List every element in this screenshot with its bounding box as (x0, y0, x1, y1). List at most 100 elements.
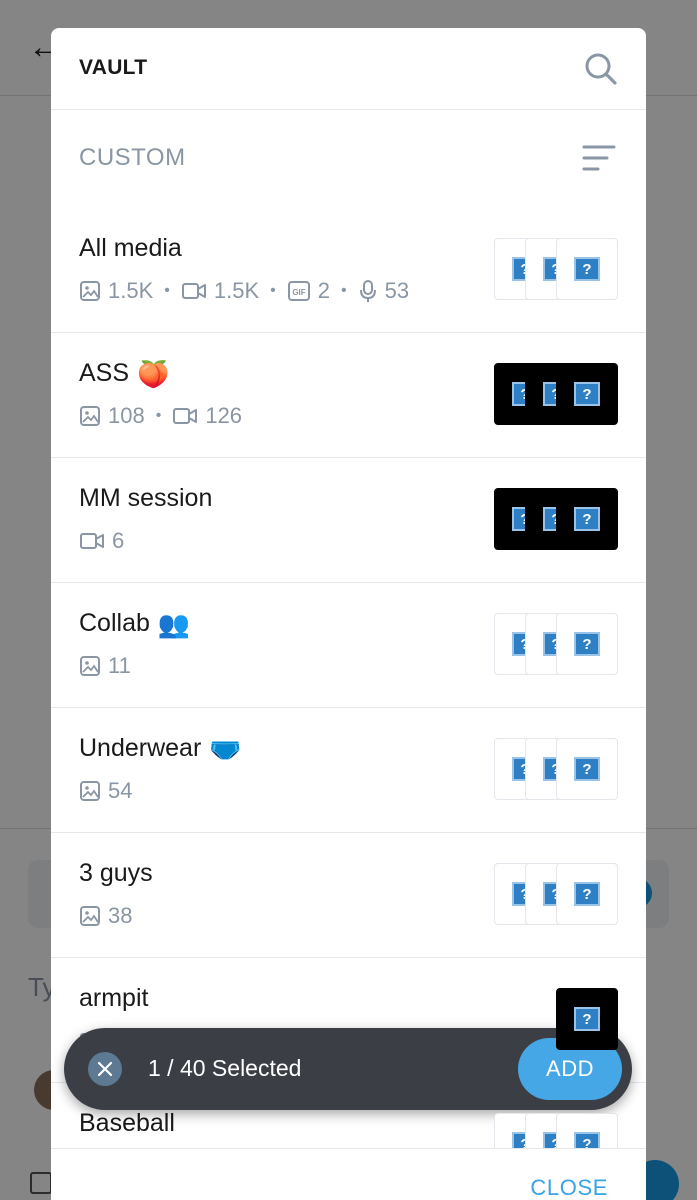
list-item-label: All media (79, 234, 182, 262)
media-thumbnail: ? (556, 238, 618, 300)
list-item-label: MM session (79, 484, 213, 512)
stat-value: 11 (108, 653, 131, 678)
list-item-stats: 6 (79, 528, 124, 554)
image-icon (79, 405, 101, 427)
stat-value: 2 (317, 278, 330, 303)
stat: 54 (79, 778, 132, 804)
list-item-label: ASS (79, 359, 130, 387)
image-icon (79, 780, 101, 802)
close-button[interactable]: CLOSE (530, 1175, 608, 1200)
missing-image-icon: ? (574, 257, 600, 281)
missing-image-icon: ? (574, 632, 600, 656)
list-item-label: 3 guys (79, 859, 153, 887)
list-item-stats: 1.5K • 1.5K • GIF 2 • 53 (79, 278, 409, 304)
list-item-title: Underwear 🩲 (79, 734, 242, 763)
thumbnail-stack: ??? (494, 488, 618, 550)
stat-value: 1.5K (213, 278, 260, 303)
stat-value: 1.5K (108, 278, 154, 303)
media-thumbnail: ? (556, 863, 618, 925)
list-item-title: All media (79, 234, 182, 263)
list-item[interactable]: MM session 6??? (51, 458, 646, 583)
media-thumbnail: ? (556, 363, 618, 425)
modal-title: VAULT (79, 56, 148, 79)
list-item[interactable]: All media 1.5K • 1.5K • GIF 2 • 53??? (51, 208, 646, 333)
list-item[interactable]: Underwear🩲 54??? (51, 708, 646, 833)
stat: 11 (79, 653, 131, 679)
stat-value: 53 (384, 278, 410, 303)
missing-image-icon: ? (574, 1132, 600, 1148)
clear-selection-button[interactable] (88, 1052, 122, 1086)
mic-icon (358, 279, 378, 303)
section-header: CUSTOM (51, 110, 646, 206)
video-icon (172, 405, 198, 427)
media-thumbnail: ? (556, 488, 618, 550)
list-item-label: armpit (79, 984, 149, 1012)
list-item-title: 3 guys (79, 859, 153, 888)
list-item-stats: 108 • 126 (79, 403, 242, 429)
list-item-label: Collab (79, 609, 150, 637)
list-item-emoji: 👥 (157, 608, 191, 639)
image-icon (79, 280, 101, 302)
list-item[interactable]: ASS🍑 108 • 126??? (51, 333, 646, 458)
section-label: CUSTOM (79, 144, 186, 171)
svg-text:GIF: GIF (292, 288, 305, 297)
stat: 53 (358, 278, 409, 304)
stat: 1.5K (79, 278, 153, 304)
missing-image-icon: ? (574, 1007, 600, 1031)
media-thumbnail: ? (556, 738, 618, 800)
image-icon (79, 905, 101, 927)
list-item-stats: 11 (79, 653, 131, 679)
list-item-title: MM session (79, 484, 212, 513)
missing-image-icon: ? (574, 882, 600, 906)
media-thumbnail: ? (556, 1113, 618, 1148)
stat: 1.5K (181, 278, 259, 304)
list-item-label: Underwear (79, 734, 202, 762)
missing-image-icon: ? (574, 382, 600, 406)
thumbnail-stack: ??? (494, 1113, 618, 1148)
list-item[interactable]: 3 guys 38??? (51, 833, 646, 958)
stat-value: 126 (205, 403, 243, 428)
sort-icon[interactable] (580, 142, 620, 176)
selection-bar: 1 / 40 Selected ADD (64, 1028, 632, 1110)
thumbnail-stack: ??? (494, 238, 618, 300)
image-icon (79, 655, 101, 677)
thumbnail-stack: ??? (494, 363, 618, 425)
vault-list: All media 1.5K • 1.5K • GIF 2 • 53??? ASS🍑 108 • 126… (51, 208, 646, 1148)
stat-separator: • (270, 282, 276, 299)
list-item-emoji: 🍑 (137, 358, 170, 389)
stat: 38 (79, 903, 132, 929)
stat-separator: • (341, 282, 347, 299)
thumbnail-stack: ??? (494, 738, 618, 800)
media-thumbnail: ? (556, 613, 618, 675)
close-icon (97, 1061, 113, 1077)
list-item-title: armpit (79, 984, 148, 1013)
list-item-stats: 54 (79, 778, 132, 804)
modal-footer: CLOSE (51, 1148, 646, 1200)
stat-separator: • (155, 407, 162, 424)
selection-count: 1 / 40 Selected (148, 1055, 302, 1081)
gif-icon: GIF (287, 280, 311, 302)
stat: 108 (79, 403, 145, 429)
stat: 126 (172, 403, 242, 429)
list-item[interactable]: Collab👥 11??? (51, 583, 646, 708)
missing-image-icon: ? (574, 757, 600, 781)
thumbnail-stack: ??? (494, 863, 618, 925)
video-icon (79, 530, 105, 552)
stat-value: 108 (108, 403, 145, 428)
stat-separator: • (164, 282, 170, 299)
media-thumbnail: ? (556, 988, 618, 1050)
stat: GIF 2 (287, 278, 330, 304)
list-item-emoji: 🩲 (209, 733, 242, 764)
video-icon (181, 280, 207, 302)
stat-value: 54 (108, 778, 133, 803)
stat-value: 38 (108, 903, 133, 928)
list-item-title: Baseball (79, 1109, 175, 1138)
list-item-title: Collab 👥 (79, 609, 190, 638)
stat-value: 6 (112, 528, 125, 553)
list-item-stats: 38 (79, 903, 132, 929)
search-icon[interactable] (582, 50, 620, 88)
stat: 6 (79, 528, 124, 554)
vault-modal: VAULT CUSTOM All media 1.5K • 1.5K • GIF 2 • 53?… (51, 28, 646, 1200)
missing-image-icon: ? (574, 507, 600, 531)
list-item-label: Baseball (79, 1109, 175, 1137)
